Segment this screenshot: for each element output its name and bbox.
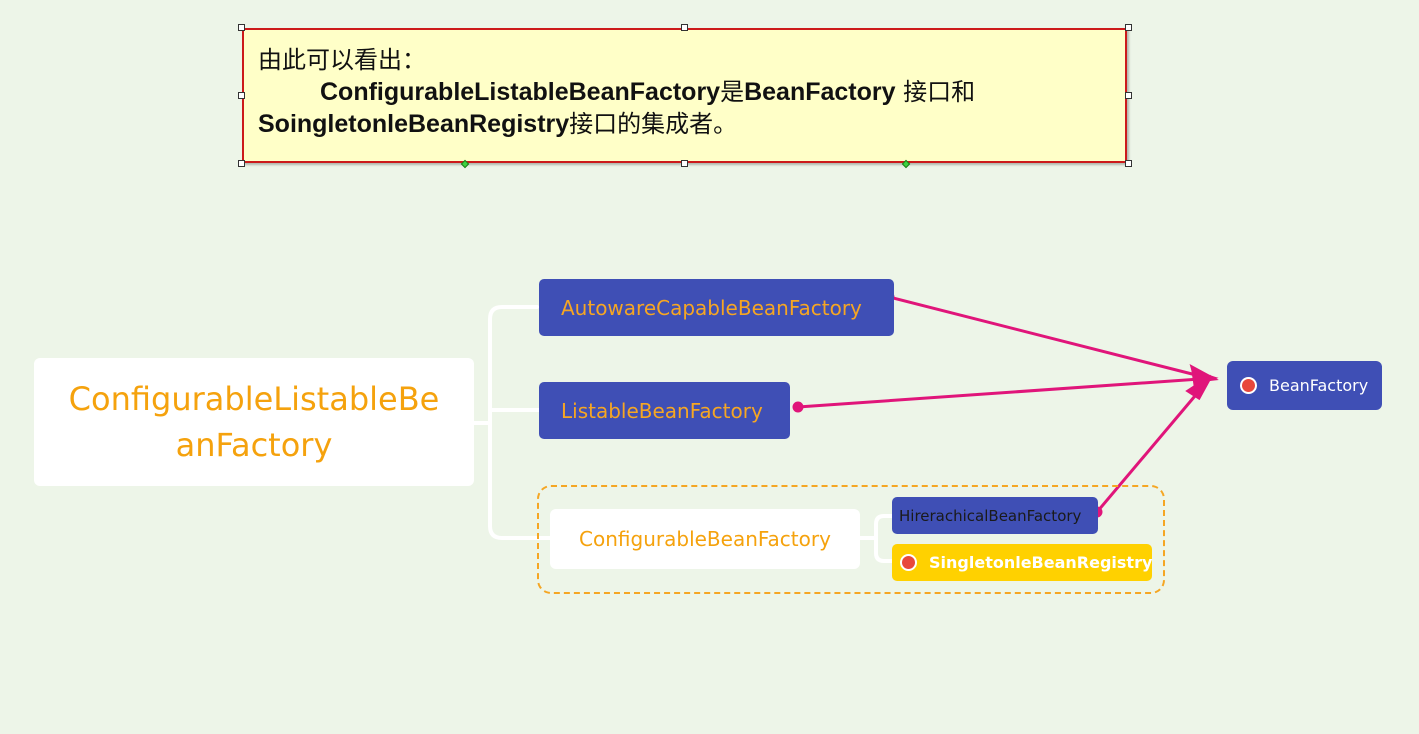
- node-hierarchical-label: HirerachicalBeanFactory: [899, 506, 1082, 525]
- red-dot-icon: [1240, 377, 1257, 394]
- arrow-listable-start: [792, 401, 804, 413]
- node-autoware-label: AutowareCapableBeanFactory: [561, 295, 862, 320]
- node-configurable-listable-bean-factory[interactable]: ConfigurableListableBeanFactory: [34, 358, 474, 486]
- node-autoware-capable-bean-factory[interactable]: AutowareCapableBeanFactory: [539, 279, 894, 336]
- node-beanfactory-label: BeanFactory: [1269, 376, 1369, 395]
- node-configurable-bean-factory[interactable]: ConfigurableBeanFactory: [550, 509, 860, 569]
- node-configurable-label: ConfigurableBeanFactory: [579, 527, 831, 551]
- node-singleton-bean-registry[interactable]: SingletonleBeanRegistry: [892, 544, 1152, 581]
- node-singleton-label: SingletonleBeanRegistry: [929, 553, 1153, 572]
- red-dot-icon: [900, 554, 917, 571]
- node-listable-bean-factory[interactable]: ListableBeanFactory: [539, 382, 790, 439]
- node-hierarchical-bean-factory[interactable]: HirerachicalBeanFactory: [892, 497, 1098, 534]
- node-root-label: ConfigurableListableBeanFactory: [68, 380, 440, 464]
- arrow-listable: [797, 377, 1201, 409]
- node-listable-label: ListableBeanFactory: [561, 398, 763, 423]
- node-bean-factory[interactable]: BeanFactory: [1227, 361, 1382, 410]
- arrow-autoware: [888, 295, 1201, 378]
